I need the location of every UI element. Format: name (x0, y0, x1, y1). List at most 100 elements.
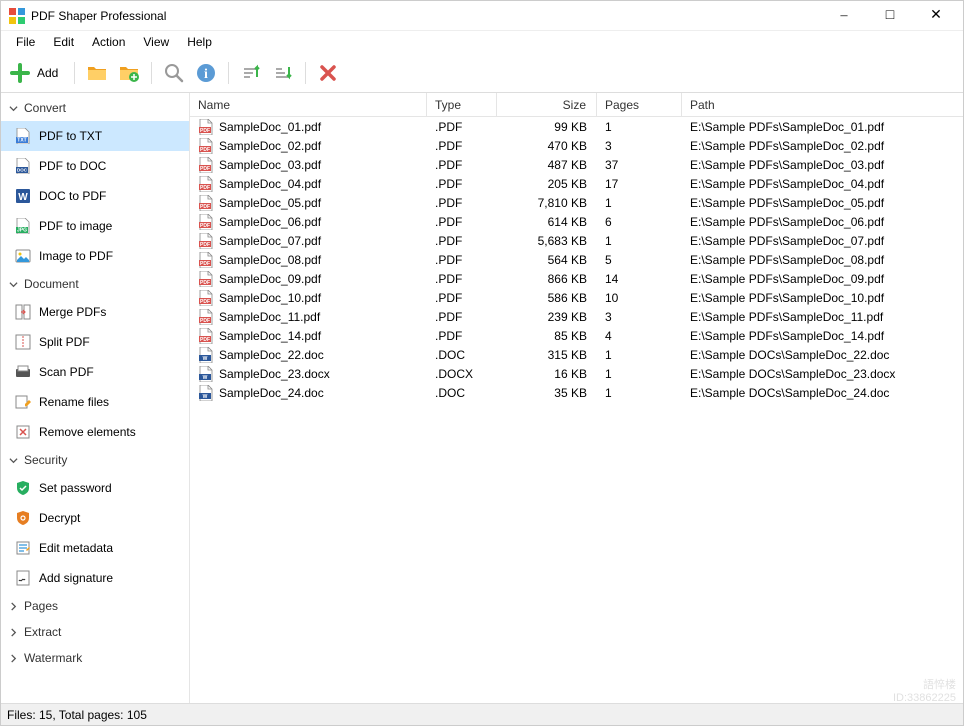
cell-path: E:\Sample DOCs\SampleDoc_24.doc (682, 383, 963, 402)
file-name: SampleDoc_14.pdf (219, 329, 321, 343)
table-row[interactable]: SampleDoc_23.docx.DOCX16 KB1E:\Sample DO… (190, 364, 963, 383)
add-button-label: Add (37, 66, 58, 80)
sidebar-item-add-signature[interactable]: Add signature (1, 563, 189, 593)
status-text: Files: 15, Total pages: 105 (7, 708, 147, 722)
table-row[interactable]: SampleDoc_05.pdf.PDF7,810 KB1E:\Sample P… (190, 193, 963, 212)
cell-type: .PDF (427, 155, 497, 174)
sidebar-item-image-to-pdf[interactable]: Image to PDF (1, 241, 189, 271)
move-up-button[interactable] (237, 59, 265, 87)
column-header-path[interactable]: Path (682, 93, 963, 116)
preview-button[interactable] (160, 59, 188, 87)
sidebar-item-decrypt[interactable]: Decrypt (1, 503, 189, 533)
table-row[interactable]: SampleDoc_07.pdf.PDF5,683 KB1E:\Sample P… (190, 231, 963, 250)
sidebar-item-label: PDF to image (39, 219, 112, 233)
doc-icon (15, 158, 31, 174)
file-name: SampleDoc_23.docx (219, 367, 330, 381)
table-row[interactable]: SampleDoc_03.pdf.PDF487 KB37E:\Sample PD… (190, 155, 963, 174)
sidebar-item-pdf-to-txt[interactable]: PDF to TXT (1, 121, 189, 151)
sidebar-item-label: Remove elements (39, 425, 136, 439)
sidebar-item-scan-pdf[interactable]: Scan PDF (1, 357, 189, 387)
meta-icon (15, 540, 31, 556)
table-row[interactable]: SampleDoc_06.pdf.PDF614 KB6E:\Sample PDF… (190, 212, 963, 231)
cell-pages: 1 (597, 345, 682, 364)
table-row[interactable]: SampleDoc_22.doc.DOC315 KB1E:\Sample DOC… (190, 345, 963, 364)
section-header-watermark[interactable]: Watermark (1, 645, 189, 671)
table-row[interactable]: SampleDoc_08.pdf.PDF564 KB5E:\Sample PDF… (190, 250, 963, 269)
txt-icon (15, 128, 31, 144)
close-button[interactable]: ✕ (913, 1, 959, 31)
pdf-file-icon (198, 328, 214, 344)
pdf-file-icon (198, 233, 214, 249)
file-name: SampleDoc_09.pdf (219, 272, 321, 286)
cell-pages: 3 (597, 307, 682, 326)
section-header-document[interactable]: Document (1, 271, 189, 297)
sidebar-item-remove-elements[interactable]: Remove elements (1, 417, 189, 447)
column-header-size[interactable]: Size (497, 93, 597, 116)
menu-help[interactable]: Help (178, 33, 221, 51)
file-name: SampleDoc_24.doc (219, 386, 324, 400)
section-header-convert[interactable]: Convert (1, 95, 189, 121)
info-button[interactable] (192, 59, 220, 87)
remove-button[interactable] (314, 59, 342, 87)
table-row[interactable]: SampleDoc_14.pdf.PDF85 KB4E:\Sample PDFs… (190, 326, 963, 345)
sidebar-item-set-password[interactable]: Set password (1, 473, 189, 503)
content: Convert PDF to TXTPDF to DOC DOC to PDF PDF… (1, 93, 963, 703)
rename-icon (15, 394, 31, 410)
section-title: Convert (24, 101, 66, 115)
sidebar-item-pdf-to-image[interactable]: PDF to image (1, 211, 189, 241)
column-header-name[interactable]: Name (190, 93, 427, 116)
maximize-button[interactable]: □ (867, 1, 913, 31)
file-name: SampleDoc_10.pdf (219, 291, 321, 305)
file-name: SampleDoc_05.pdf (219, 196, 321, 210)
table-row[interactable]: SampleDoc_10.pdf.PDF586 KB10E:\Sample PD… (190, 288, 963, 307)
sidebar-item-edit-metadata[interactable]: Edit metadata (1, 533, 189, 563)
column-header-pages[interactable]: Pages (597, 93, 682, 116)
cell-pages: 1 (597, 193, 682, 212)
pdf-file-icon (198, 252, 214, 268)
table-row[interactable]: SampleDoc_01.pdf.PDF99 KB1E:\Sample PDFs… (190, 117, 963, 136)
statusbar: Files: 15, Total pages: 105 (1, 703, 963, 725)
pdf-file-icon (198, 176, 214, 192)
column-header-type[interactable]: Type (427, 93, 497, 116)
menu-view[interactable]: View (134, 33, 178, 51)
table-row[interactable]: SampleDoc_02.pdf.PDF470 KB3E:\Sample PDF… (190, 136, 963, 155)
cell-size: 487 KB (497, 155, 597, 174)
sidebar-item-pdf-to-doc[interactable]: PDF to DOC (1, 151, 189, 181)
sidebar-item-merge-pdfs[interactable]: Merge PDFs (1, 297, 189, 327)
cell-size: 586 KB (497, 288, 597, 307)
add-folder-button[interactable] (115, 59, 143, 87)
table-row[interactable]: SampleDoc_04.pdf.PDF205 KB17E:\Sample PD… (190, 174, 963, 193)
section-title: Extract (24, 625, 61, 639)
cell-type: .PDF (427, 326, 497, 345)
move-down-button[interactable] (269, 59, 297, 87)
section-title: Document (24, 277, 79, 291)
table-row[interactable]: SampleDoc_09.pdf.PDF866 KB14E:\Sample PD… (190, 269, 963, 288)
cell-size: 85 KB (497, 326, 597, 345)
pdf-file-icon (198, 214, 214, 230)
cell-size: 614 KB (497, 212, 597, 231)
section-header-pages[interactable]: Pages (1, 593, 189, 619)
cell-size: 5,683 KB (497, 231, 597, 250)
sidebar-item-rename-files[interactable]: Rename files (1, 387, 189, 417)
separator (74, 62, 75, 84)
add-button[interactable]: Add (7, 59, 66, 87)
file-name: SampleDoc_08.pdf (219, 253, 321, 267)
sidebar-item-split-pdf[interactable]: Split PDF (1, 327, 189, 357)
section-header-extract[interactable]: Extract (1, 619, 189, 645)
cell-path: E:\Sample PDFs\SampleDoc_07.pdf (682, 231, 963, 250)
section-header-security[interactable]: Security (1, 447, 189, 473)
folder-plus-icon (119, 63, 139, 83)
table-row[interactable]: SampleDoc_24.doc.DOC35 KB1E:\Sample DOCs… (190, 383, 963, 402)
menu-file[interactable]: File (7, 33, 44, 51)
menu-edit[interactable]: Edit (44, 33, 83, 51)
cell-pages: 37 (597, 155, 682, 174)
menu-action[interactable]: Action (83, 33, 134, 51)
separator (151, 62, 152, 84)
table-row[interactable]: SampleDoc_11.pdf.PDF239 KB3E:\Sample PDF… (190, 307, 963, 326)
minimize-button[interactable]: ‒ (821, 1, 867, 31)
open-folder-button[interactable] (83, 59, 111, 87)
titlebar: PDF Shaper Professional ‒ □ ✕ (1, 1, 963, 31)
sidebar-item-doc-to-pdf[interactable]: DOC to PDF (1, 181, 189, 211)
file-name: SampleDoc_04.pdf (219, 177, 321, 191)
sidebar-item-label: DOC to PDF (39, 189, 106, 203)
